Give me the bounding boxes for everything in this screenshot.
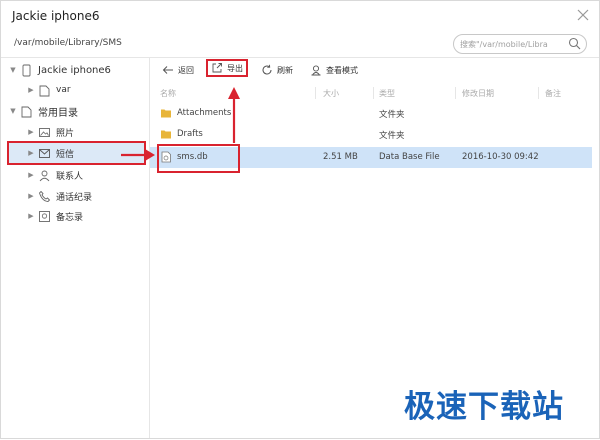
file-name: Drafts: [177, 129, 203, 139]
export-icon: [212, 63, 222, 73]
sidebar-item-call-log[interactable]: ▶ 通话纪录: [27, 186, 92, 206]
phone-call-icon: [38, 190, 51, 202]
column-divider[interactable]: [373, 87, 374, 99]
memo-icon: [39, 210, 50, 222]
refresh-icon: [262, 64, 272, 75]
collapsed-arrow-icon[interactable]: ▶: [27, 212, 35, 220]
folder-outline-icon: [21, 106, 32, 117]
close-icon[interactable]: [575, 7, 591, 23]
refresh-label: 刷新: [277, 65, 293, 75]
sidebar-item-label: Jackie iphone6: [38, 64, 111, 76]
search-icon[interactable]: [568, 37, 581, 50]
sidebar-item-photos[interactable]: ▶ 照片: [27, 122, 74, 142]
file-manager-window: Jackie iphone6 /var/mobile/Library/SMS ▼…: [0, 0, 600, 439]
folder-outline-icon: [39, 85, 50, 96]
collapsed-arrow-icon[interactable]: ▶: [27, 128, 35, 136]
title-bar: Jackie iphone6: [1, 1, 599, 31]
sidebar-item-label: 联系人: [56, 171, 84, 182]
table-header: 名称 大小 类型 修改日期 备注: [150, 84, 592, 102]
column-header-name[interactable]: 名称: [160, 88, 176, 99]
folder-icon: [161, 109, 171, 118]
sidebar-tree: ▼ Jackie iphone6 ▶ var ▼ 常用目录 ▶ 照片 ▶ 短信 …: [1, 58, 150, 438]
collapsed-arrow-icon[interactable]: ▶: [27, 149, 35, 157]
column-header-size[interactable]: 大小: [323, 88, 339, 99]
back-label: 返回: [178, 65, 194, 75]
collapsed-arrow-icon[interactable]: ▶: [27, 86, 35, 94]
expanded-arrow-icon[interactable]: ▼: [9, 66, 17, 74]
table-row[interactable]: Attachments 文件夹: [150, 103, 592, 124]
arrow-left-icon: [162, 66, 173, 74]
export-label: 导出: [227, 63, 243, 73]
watermark-logo: 极速下载站: [404, 389, 564, 425]
message-icon: [39, 148, 50, 158]
sidebar-item-label: 常用目录: [38, 107, 78, 119]
column-header-note[interactable]: 备注: [545, 88, 561, 99]
collapsed-arrow-icon[interactable]: ▶: [27, 171, 35, 179]
table-row[interactable]: Drafts 文件夹: [150, 124, 592, 145]
toolbar: 返回 导出 刷新 查看模式: [150, 58, 599, 82]
file-type: Data Base File: [379, 152, 440, 162]
view-mode-label: 查看模式: [326, 65, 358, 75]
search-input[interactable]: [460, 37, 564, 51]
sidebar-item-label: 通话纪录: [56, 192, 93, 203]
sidebar-item-label: 短信: [56, 149, 75, 160]
expanded-arrow-icon[interactable]: ▼: [9, 107, 17, 115]
column-divider[interactable]: [455, 87, 456, 99]
file-highlight-box: [157, 144, 240, 173]
search-box[interactable]: [453, 34, 587, 54]
column-divider[interactable]: [538, 87, 539, 99]
sidebar-item-label: 备忘录: [56, 212, 84, 223]
path-bar: /var/mobile/Library/SMS: [1, 33, 599, 58]
column-divider[interactable]: [315, 87, 316, 99]
sidebar-item-label: var: [56, 85, 71, 95]
sidebar-item-memos[interactable]: ▶ 备忘录: [27, 206, 83, 226]
phone-icon: [22, 64, 31, 76]
photo-icon: [39, 127, 50, 137]
sidebar-item-common-dirs[interactable]: ▼ 常用目录: [9, 101, 78, 121]
sidebar-item-messages[interactable]: ▶ 短信: [7, 141, 146, 165]
file-size: 2.51 MB: [323, 152, 358, 162]
back-button[interactable]: 返回: [162, 62, 194, 78]
contact-icon: [39, 170, 50, 181]
export-button[interactable]: 导出: [206, 59, 248, 77]
refresh-button[interactable]: 刷新: [261, 62, 293, 78]
file-type: 文件夹: [379, 131, 405, 141]
sidebar-item-label: 照片: [56, 128, 75, 139]
file-type: 文件夹: [379, 110, 405, 120]
current-path: /var/mobile/Library/SMS: [14, 38, 122, 48]
sidebar-item-var[interactable]: ▶ var: [27, 80, 71, 100]
window-title: Jackie iphone6: [12, 9, 100, 23]
folder-icon: [161, 130, 171, 139]
sidebar-item-device[interactable]: ▼ Jackie iphone6: [9, 60, 111, 80]
view-mode-icon: [311, 65, 321, 76]
column-header-type[interactable]: 类型: [379, 88, 395, 99]
file-name: Attachments: [177, 108, 232, 118]
collapsed-arrow-icon[interactable]: ▶: [27, 192, 35, 200]
view-mode-button[interactable]: 查看模式: [310, 62, 358, 78]
sidebar-item-contacts[interactable]: ▶ 联系人: [27, 165, 83, 185]
file-date: 2016-10-30 09:42: [462, 152, 539, 162]
column-header-date[interactable]: 修改日期: [462, 88, 494, 99]
